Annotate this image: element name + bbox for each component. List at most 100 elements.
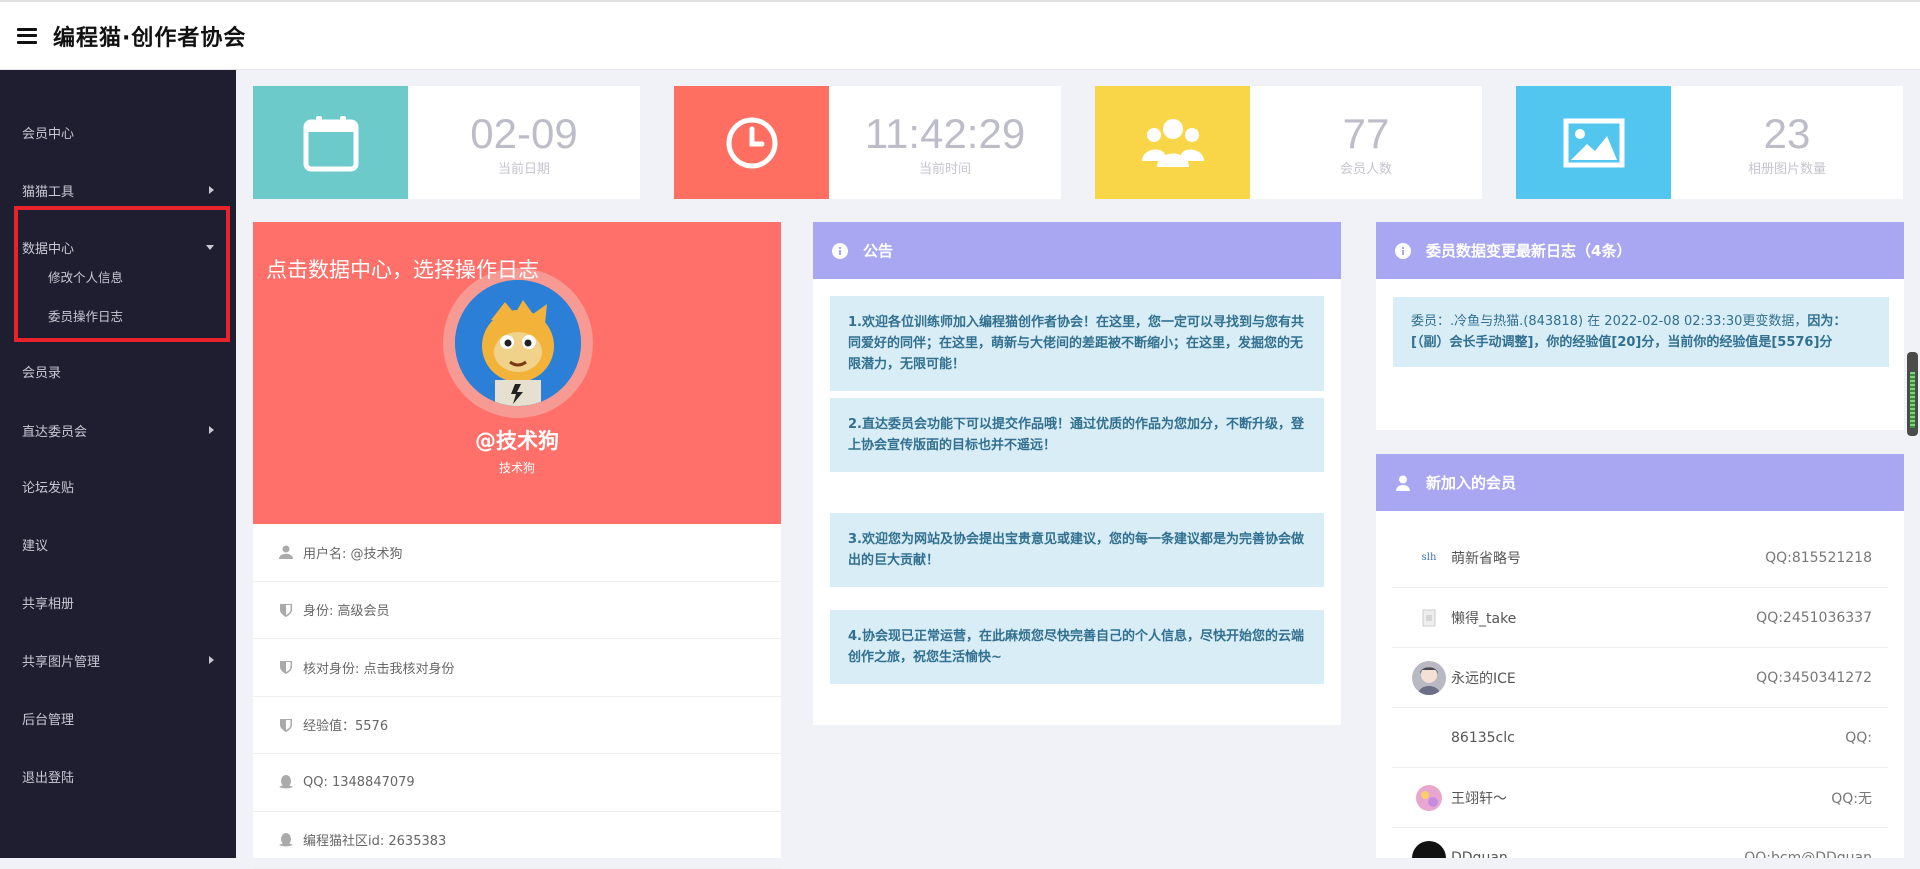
stat-value: 77 <box>1343 112 1390 156</box>
profile-row-text: 身份: 高级会员 <box>303 600 390 619</box>
sidebar-item-image-management[interactable]: 共享图片管理 <box>0 640 236 680</box>
sidebar-item-logout[interactable]: 退出登陆 <box>0 756 236 796</box>
profile-row-text: 编程猫社区id: 2635383 <box>303 830 446 849</box>
sidebar-subitem-label: 修改个人信息 <box>48 267 123 286</box>
profile-row-text: QQ: 1348847079 <box>303 775 415 790</box>
stat-icon-bg <box>1516 86 1671 199</box>
avatar <box>1412 601 1446 635</box>
log-panel-header: 委员数据变更最新日志（4条） <box>1376 222 1904 279</box>
member-row[interactable]: slh 萌新省略号 QQ:815521218 <box>1392 528 1888 588</box>
sidebar-item-admin[interactable]: 后台管理 <box>0 698 236 738</box>
stat-label: 会员人数 <box>1340 158 1392 177</box>
stat-label: 当前日期 <box>498 158 550 177</box>
avatar[interactable] <box>455 280 581 406</box>
avatar <box>1412 721 1446 755</box>
qq-icon <box>275 774 297 790</box>
stat-card-time: 11:42:29 当前时间 <box>674 86 1061 199</box>
stat-value: 11:42:29 <box>865 112 1025 156</box>
scrollbar-thumb[interactable] <box>1910 372 1915 428</box>
users-icon <box>1141 115 1205 171</box>
sidebar-item-cat-tools[interactable]: 猫猫工具 <box>0 170 236 210</box>
stat-icon-bg <box>674 86 829 199</box>
menu-toggle-icon[interactable] <box>17 28 37 44</box>
sidebar-item-label: 退出登陆 <box>22 767 74 786</box>
member-name: 86135clc <box>1451 730 1845 746</box>
chevron-down-icon <box>206 245 214 250</box>
sidebar-item-member-list[interactable]: 会员录 <box>0 351 236 391</box>
member-name: 王翊轩～ <box>1451 788 1831 808</box>
sidebar-subitem-label: 委员操作日志 <box>48 306 123 325</box>
sidebar-subitem-edit-profile[interactable]: 修改个人信息 <box>0 258 236 294</box>
sidebar-item-forum-post[interactable]: 论坛发贴 <box>0 466 236 506</box>
sidebar-item-label: 会员中心 <box>22 123 74 142</box>
profile-name: @技术狗 <box>253 425 781 455</box>
calendar-icon <box>303 114 359 172</box>
stat-icon-bg <box>1095 86 1250 199</box>
new-members-title: 新加入的会员 <box>1426 472 1516 493</box>
profile-row-text: 用户名: @技术狗 <box>303 543 403 562</box>
profile-subname: 技术狗 <box>253 459 781 476</box>
profile-row-verify[interactable]: 核对身份: 点击我核对身份 <box>253 639 781 697</box>
stat-card-date: 02-09 当前日期 <box>253 86 640 199</box>
info-icon <box>1394 242 1412 260</box>
stat-value: 02-09 <box>470 112 577 156</box>
notice-item: 3.欢迎您为网站及协会提出宝贵意见或建议，您的每一条建议都是为完善协会做出的巨大… <box>830 513 1324 587</box>
sidebar-item-suggestion[interactable]: 建议 <box>0 524 236 564</box>
sidebar-item-label: 建议 <box>22 535 48 554</box>
stat-label: 相册图片数量 <box>1748 158 1826 177</box>
sidebar-item-shared-album[interactable]: 共享相册 <box>0 582 236 622</box>
member-row[interactable]: 懒得_take QQ:2451036337 <box>1392 588 1888 648</box>
log-title: 委员数据变更最新日志（4条） <box>1426 240 1631 261</box>
shield-icon <box>275 660 297 674</box>
avatar-ring <box>443 268 593 418</box>
stat-card-album: 23 相册图片数量 <box>1516 86 1903 199</box>
sidebar-subitem-operation-log[interactable]: 委员操作日志 <box>0 297 236 333</box>
top-bar: 编程猫·创作者协会 <box>0 0 1920 70</box>
log-entry-text: 委员：.冷鱼与热猫.(843818) 在 2022-02-08 02:33:30… <box>1411 314 1807 329</box>
member-name: 懒得_take <box>1451 608 1756 628</box>
notice-item: 2.直达委员会功能下可以提交作品哦！通过优质的作品为您加分，不断升级，登上协会宣… <box>830 398 1324 472</box>
notice-title: 公告 <box>863 240 893 261</box>
sidebar-item-committee[interactable]: 直达委员会 <box>0 410 236 450</box>
avatar: slh <box>1412 541 1446 575</box>
profile-row-qq: QQ: 1348847079 <box>253 754 781 812</box>
member-row[interactable]: 86135clc QQ: <box>1392 708 1888 768</box>
member-name: DDguan <box>1451 850 1744 859</box>
member-qq: QQ:815521218 <box>1765 550 1888 566</box>
member-row[interactable]: 王翊轩～ QQ:无 <box>1392 768 1888 828</box>
sidebar-item-label: 论坛发贴 <box>22 477 74 496</box>
sidebar-item-member-center[interactable]: 会员中心 <box>0 112 236 152</box>
chevron-right-icon <box>209 186 214 194</box>
avatar <box>1412 841 1446 859</box>
stat-label: 当前时间 <box>919 158 971 177</box>
user-icon <box>275 545 297 559</box>
member-row[interactable]: 永远的ICE QQ:3450341272 <box>1392 648 1888 708</box>
profile-card: 点击数据中心，选择操作日志 @技术狗 技术狗 用户名: @技术狗 身份: 高级会… <box>253 222 781 858</box>
member-name: 萌新省略号 <box>1451 548 1765 568</box>
chevron-right-icon <box>209 426 214 434</box>
clock-icon <box>725 116 779 170</box>
info-icon <box>831 242 849 260</box>
member-row[interactable]: DDguan QQ:bcm@DDguan <box>1392 828 1888 858</box>
stat-icon-bg <box>253 86 408 199</box>
profile-header: 点击数据中心，选择操作日志 @技术狗 技术狗 <box>253 222 781 524</box>
sidebar-item-label: 猫猫工具 <box>22 181 74 200</box>
qq-icon <box>275 832 297 848</box>
site-brand[interactable]: 编程猫·创作者协会 <box>53 20 246 52</box>
profile-row-exp: 经验值：5576 <box>253 697 781 755</box>
notice-item: 1.欢迎各位训练师加入编程猫创作者协会！在这里，您一定可以寻找到与您有共同爱好的… <box>830 296 1324 391</box>
chevron-right-icon <box>209 656 214 664</box>
member-qq: QQ: <box>1845 730 1888 746</box>
shield-icon <box>275 718 297 732</box>
sidebar: 会员中心 猫猫工具 数据中心 修改个人信息 委员操作日志 会员录 直达委员会 论… <box>0 70 236 858</box>
member-qq: QQ:bcm@DDguan <box>1744 850 1888 859</box>
profile-row-community-id: 编程猫社区id: 2635383 <box>253 812 781 869</box>
annotation-hint-text: 点击数据中心，选择操作日志 <box>266 254 539 284</box>
avatar <box>1412 781 1446 815</box>
profile-row-text: 核对身份: 点击我核对身份 <box>303 658 455 677</box>
page-scrollbar[interactable] <box>1907 352 1918 436</box>
member-qq: QQ:3450341272 <box>1756 670 1888 686</box>
stat-value: 23 <box>1764 112 1811 156</box>
sidebar-item-label: 共享图片管理 <box>22 651 100 670</box>
profile-row-text: 经验值：5576 <box>303 715 388 734</box>
